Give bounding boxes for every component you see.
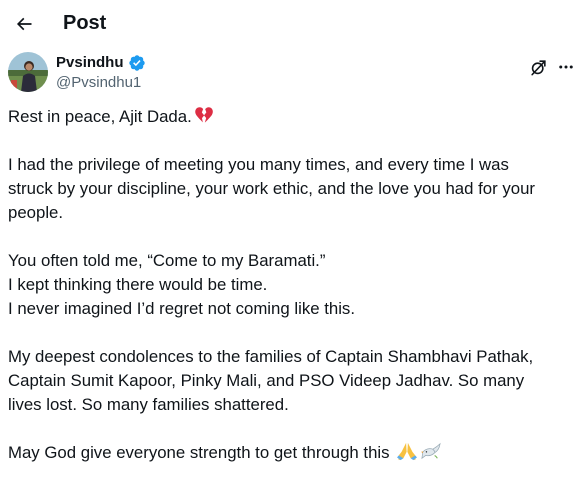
- author-row: Pvsindhu @Pvsindhu1: [8, 52, 573, 100]
- text-line: I had the privilege of meeting you many …: [8, 155, 509, 174]
- text-line: struck by your discipline, your work eth…: [8, 179, 536, 198]
- folded-hands-icon: [397, 442, 418, 461]
- paragraph-1: Rest in peace, Ajit Dada.: [8, 105, 574, 129]
- text-line: I never imagined I’d regret not coming l…: [8, 299, 355, 318]
- text-line: May God give everyone strength to get th…: [8, 441, 574, 465]
- paragraph-5: May God give everyone strength to get th…: [8, 441, 574, 465]
- text-line: lives lost. So many families shattered.: [8, 395, 289, 414]
- grok-icon: [530, 59, 546, 75]
- avatar[interactable]: [8, 52, 48, 92]
- text-line: You often told me, “Come to my Baramati.…: [8, 251, 326, 270]
- author-handle[interactable]: @Pvsindhu1: [56, 73, 141, 93]
- paragraph-2: I had the privilege of meeting you many …: [8, 153, 574, 225]
- verified-badge-icon: [128, 55, 145, 71]
- arrow-left-icon: [16, 17, 32, 31]
- author-name-label: Pvsindhu: [56, 54, 124, 71]
- more-options-icon: [559, 65, 573, 69]
- post-body: Rest in peace, Ajit Dada. I had the priv…: [8, 105, 574, 489]
- text-line-content: May God give everyone strength to get th…: [8, 443, 390, 462]
- text-line: Captain Sumit Kapoor, Pinky Mali, and PS…: [8, 371, 525, 390]
- more-options-button[interactable]: [556, 55, 576, 79]
- page-title: Post: [63, 12, 107, 34]
- grok-button[interactable]: [526, 55, 550, 79]
- text-line: My deepest condolences to the families o…: [8, 347, 534, 366]
- page-header: Post: [0, 0, 579, 48]
- broken-heart-icon: [195, 107, 213, 123]
- author-name[interactable]: Pvsindhu: [56, 53, 146, 73]
- back-button[interactable]: [8, 8, 40, 40]
- dove-icon: [421, 442, 441, 460]
- text-line: I kept thinking there would be time.: [8, 275, 268, 294]
- avatar-photo: [8, 52, 48, 92]
- text-line-content: Rest in peace, Ajit Dada.: [8, 107, 192, 126]
- paragraph-3: You often told me, “Come to my Baramati.…: [8, 249, 574, 321]
- text-line: Rest in peace, Ajit Dada.: [8, 105, 574, 129]
- paragraph-4: My deepest condolences to the families o…: [8, 345, 574, 417]
- text-line: people.: [8, 203, 64, 222]
